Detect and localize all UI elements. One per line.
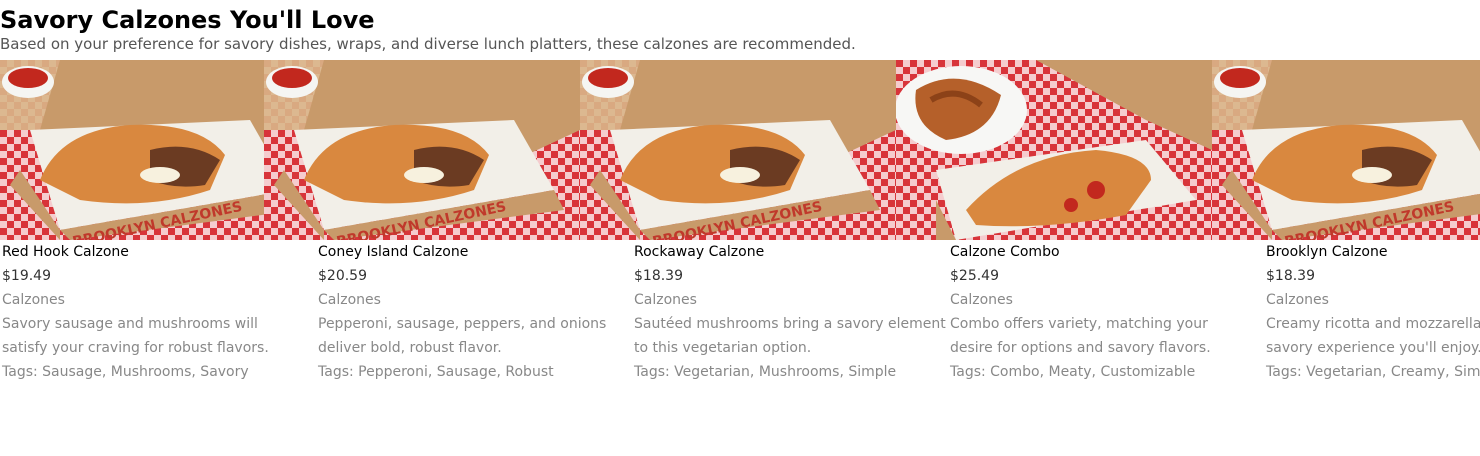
calzone-box-photo: BROOKLYN CALZONES bbox=[264, 60, 580, 240]
product-card[interactable]: BROOKLYN CALZONES Coney Island Calzone $… bbox=[264, 60, 606, 390]
calzone-box-photo: BROOKLYN CALZONES bbox=[580, 60, 896, 240]
product-carousel[interactable]: BROOKLYN CALZONES Red Hook Calzone $19.4… bbox=[0, 60, 1480, 390]
product-tags: Tags: Vegetarian, Creamy, Simple bbox=[1266, 364, 1480, 380]
product-price: $18.39 bbox=[1266, 268, 1315, 284]
product-category: Calzones bbox=[1266, 292, 1329, 308]
product-description-line: Creamy ricotta and mozzarella offer a bbox=[1266, 316, 1480, 332]
product-image[interactable]: BROOKLYN CALZONES bbox=[0, 60, 264, 240]
product-image[interactable]: BROOKLYN CALZONES bbox=[264, 60, 580, 240]
calzone-box-photo: BROOKLYN CALZONES bbox=[0, 60, 264, 240]
section-subtitle: Based on your preference for savory dish… bbox=[0, 35, 856, 53]
product-card[interactable]: Calzone Combo $25.49 Calzones Combo offe… bbox=[896, 60, 1212, 390]
calzone-wings-photo bbox=[896, 60, 1212, 240]
product-image[interactable] bbox=[896, 60, 1212, 240]
product-image[interactable]: BROOKLYN CALZONES bbox=[580, 60, 896, 240]
product-description-line: savory experience you'll enjoy. bbox=[1266, 340, 1480, 356]
calzone-box-photo: BROOKLYN CALZONES bbox=[1212, 60, 1480, 240]
product-card[interactable]: BROOKLYN CALZONES Brooklyn Calzone $18.3… bbox=[1212, 60, 1480, 390]
product-name[interactable]: Brooklyn Calzone bbox=[1266, 240, 1480, 264]
product-card[interactable]: BROOKLYN CALZONES Rockaway Calzone $18.3… bbox=[580, 60, 946, 390]
product-image[interactable]: BROOKLYN CALZONES bbox=[1212, 60, 1480, 240]
section-title: Savory Calzones You'll Love bbox=[0, 6, 375, 34]
